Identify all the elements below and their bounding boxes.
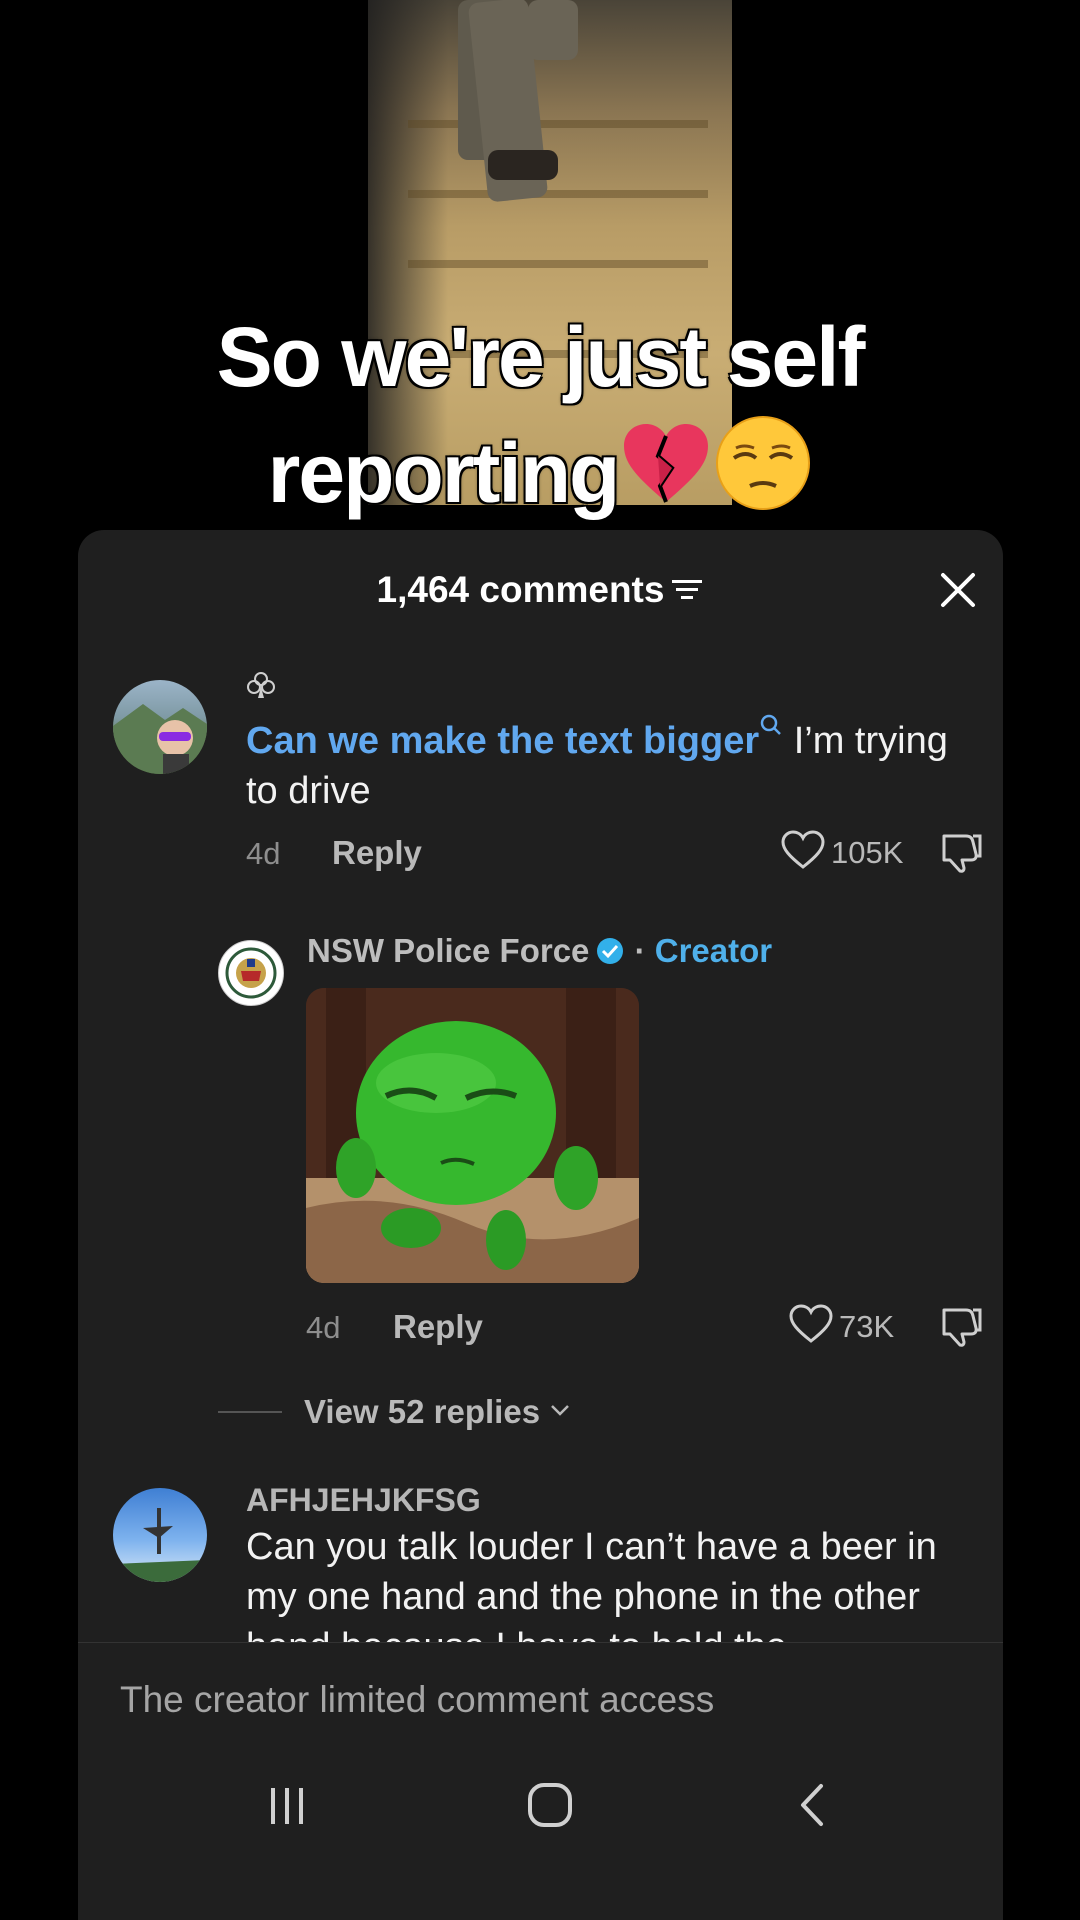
like-button[interactable]: 105K <box>781 830 903 875</box>
creator-label: Creator <box>654 932 773 969</box>
recents-icon[interactable] <box>228 1745 348 1865</box>
reply-button[interactable]: Reply <box>332 834 422 872</box>
video-stair <box>408 260 708 268</box>
view-replies-button[interactable]: View 52 replies <box>218 1393 572 1431</box>
view-replies-label: View 52 replies <box>304 1393 541 1430</box>
sort-lines-icon[interactable] <box>670 562 704 622</box>
heart-icon <box>781 830 825 875</box>
like-count: 105K <box>831 834 904 870</box>
caption-line-1: So we're just self <box>216 310 866 404</box>
comment-username[interactable]: NSW Police Force · Creator <box>307 932 772 974</box>
video-shoe <box>488 150 558 180</box>
dislike-icon[interactable] <box>940 1304 984 1353</box>
comments-count: 1,464 comments <box>376 569 665 610</box>
avatar[interactable] <box>218 940 284 1006</box>
back-icon[interactable] <box>754 1745 874 1865</box>
like-count: 73K <box>839 1308 895 1344</box>
home-icon[interactable] <box>490 1745 610 1865</box>
video-leg <box>528 0 578 60</box>
divider <box>218 1411 282 1413</box>
broken-heart-emoji <box>618 416 714 540</box>
comments-header: 1,464 comments <box>78 560 1003 620</box>
video-stair <box>408 120 708 128</box>
separator-dot: · <box>625 932 655 969</box>
green-blob-sticker[interactable] <box>306 988 639 1283</box>
comments-sheet: 1,464 comments Can we make the text bigg… <box>78 530 1003 1920</box>
close-icon[interactable] <box>933 565 983 615</box>
avatar[interactable] <box>113 1488 207 1582</box>
heart-icon <box>789 1304 833 1349</box>
search-small-icon <box>759 714 783 762</box>
system-navbar <box>78 1745 1003 1865</box>
like-button[interactable]: 73K <box>789 1304 894 1349</box>
club-icon <box>246 670 276 705</box>
comment-time: 4d <box>306 1310 341 1345</box>
reply-button[interactable]: Reply <box>393 1308 483 1346</box>
comment-time: 4d <box>246 836 281 871</box>
dislike-icon[interactable] <box>940 830 984 879</box>
avatar[interactable] <box>113 680 207 774</box>
chevron-down-icon <box>548 1400 572 1425</box>
relieved-face-emoji <box>714 414 812 540</box>
search-highlight-link[interactable]: Can we make the text bigger <box>246 720 759 762</box>
limited-access-notice: The creator limited comment access <box>120 1679 715 1720</box>
video-stair <box>408 190 708 198</box>
video-caption: So we're just self reporting <box>0 300 1080 540</box>
comment-text: Can we make the text bigger I’m trying t… <box>246 713 966 816</box>
caption-line-2: reporting <box>267 426 621 520</box>
verified-badge-icon <box>595 936 625 974</box>
comment-username[interactable]: AFHJEHJKFSG <box>246 1482 481 1519</box>
username-text: NSW Police Force <box>307 932 590 969</box>
